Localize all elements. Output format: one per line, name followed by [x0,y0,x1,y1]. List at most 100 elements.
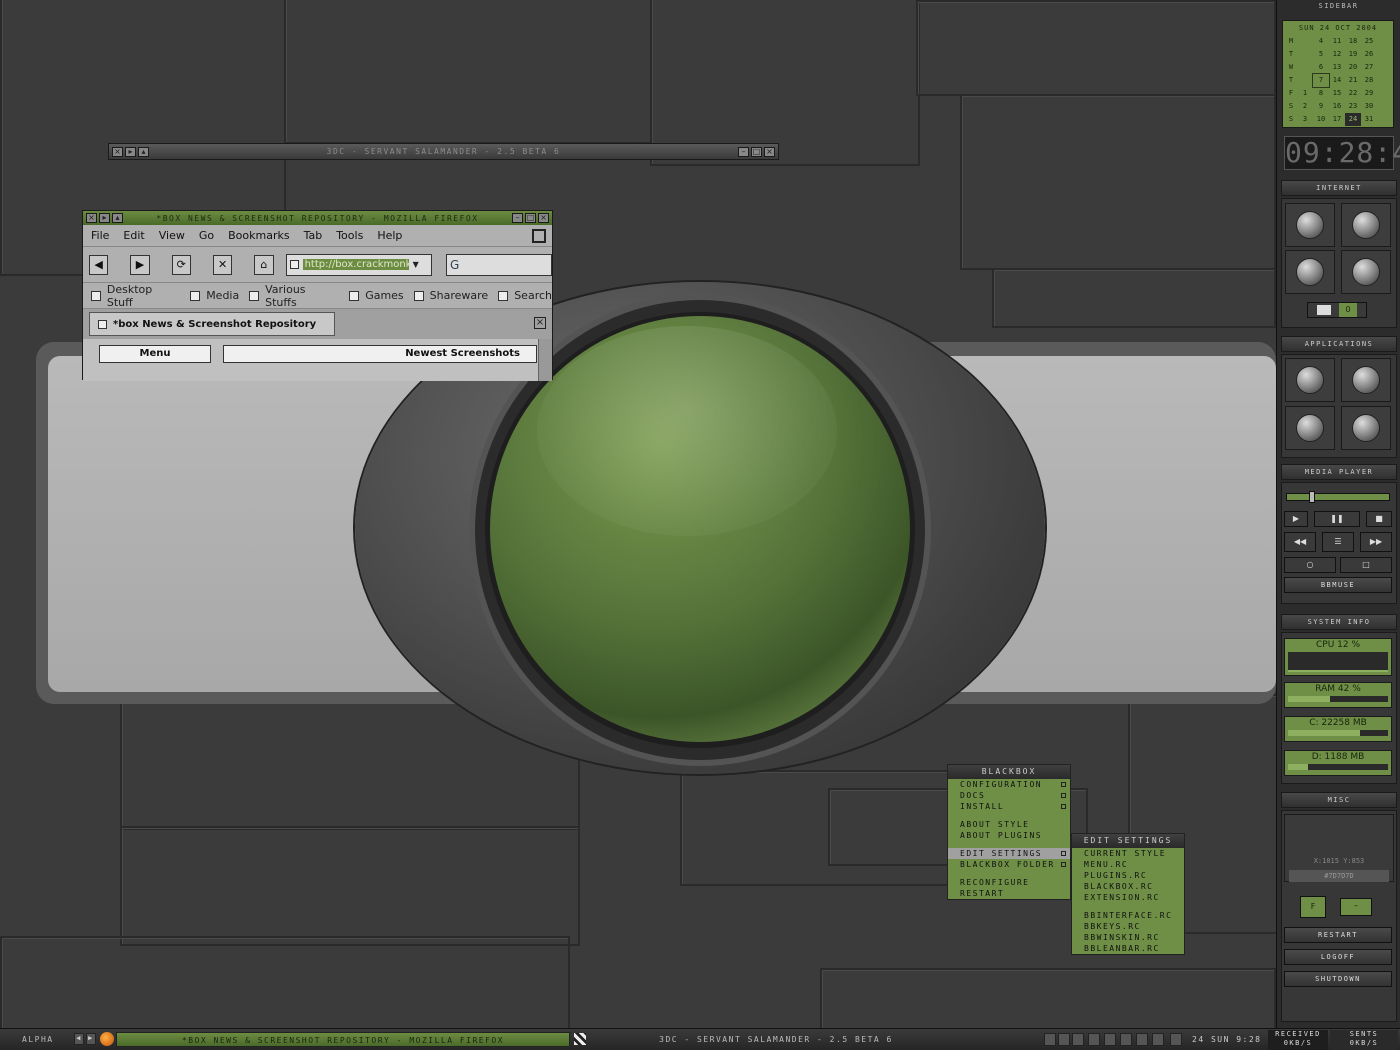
close-icon[interactable]: × [764,146,775,157]
shade-icon[interactable]: ▴ [112,213,123,223]
scrollbar[interactable] [538,339,552,381]
task-firefox[interactable]: *BOX NEWS & SCREENSHOT REPOSITORY - MOZI… [116,1032,570,1047]
bbmuse-button[interactable]: BBMUSE [1284,577,1392,593]
tab-box-news[interactable]: *box News & Screenshot Repository [89,312,335,336]
tray-icon[interactable] [1058,1033,1070,1046]
color-picker-panel[interactable]: X:1015 Y:853 #7D7D7D [1284,814,1394,882]
tray-icon[interactable] [1120,1033,1132,1046]
media-seek-slider[interactable] [1286,491,1390,503]
menu-item-current-style[interactable]: CURRENT STYLE [1072,848,1184,859]
menu-item-docs[interactable]: DOCS [948,790,1070,801]
menu-edit[interactable]: Edit [123,229,144,242]
minimize-icon[interactable]: – [738,146,749,157]
app-launch-button[interactable] [1285,358,1335,402]
tray-icon[interactable] [1088,1033,1100,1046]
tray-icon[interactable] [1152,1033,1164,1046]
bookmark-item[interactable]: Search [498,289,552,302]
fast-forward-button[interactable]: ▶▶ [1360,532,1392,552]
menu-item-reconfigure[interactable]: RECONFIGURE [948,877,1070,888]
bookmark-item[interactable]: Media [190,289,239,302]
restart-button[interactable]: RESTART [1284,927,1392,943]
menu-view[interactable]: View [159,229,185,242]
back-icon[interactable]: ◀ [89,254,109,275]
close-icon[interactable]: × [538,213,549,223]
toggle-button[interactable]: F [1300,896,1326,918]
menu-item-install[interactable]: INSTALL [948,801,1070,812]
url-bar[interactable]: http://box.crackmonkey.org ▼ [285,253,433,276]
forward-icon[interactable]: ▶ [130,254,150,275]
menu-bookmarks[interactable]: Bookmarks [228,229,289,242]
menu-item-about-style[interactable]: ABOUT STYLE [948,819,1070,830]
menu-item-blackbox-folder[interactable]: BLACKBOX FOLDER [948,859,1070,870]
menu-item-bbwinskin-rc[interactable]: BBWINSKIN.RC [1072,932,1184,943]
firefox-titlebar[interactable]: × ▸ ▴ *BOX NEWS & SCREENSHOT REPOSITORY … [83,211,552,225]
media-seek-thumb[interactable] [1309,491,1316,503]
menu-item-bbkeys-rc[interactable]: BBKEYS.RC [1072,921,1184,932]
menu-item-restart[interactable]: RESTART [948,888,1070,899]
browser-launch-button[interactable] [1285,203,1335,247]
camera-launch-button[interactable] [1285,250,1335,294]
toggle-button[interactable]: – [1340,898,1372,916]
pin-icon[interactable]: ▸ [125,146,136,157]
menu-item-edit-settings[interactable]: EDIT SETTINGS [948,848,1070,859]
menu-go[interactable]: Go [199,229,214,242]
maximize-icon[interactable]: □ [751,146,762,157]
shutdown-button[interactable]: SHUTDOWN [1284,971,1392,987]
menu-box[interactable]: Menu [99,345,211,363]
workspace-label[interactable]: ALPHA [22,1035,54,1044]
rewind-button[interactable]: ◀◀ [1284,532,1316,552]
maximize-icon[interactable]: □ [525,213,536,223]
pin-icon[interactable]: ▸ [99,213,110,223]
salamander-window[interactable]: × ▸ ▴ 3DC - SERVANT SALAMANDER - 2.5 BET… [108,143,779,160]
stop-icon[interactable]: ✕ [212,254,233,275]
task-salamander[interactable]: 3DC - SERVANT SALAMANDER - 2.5 BETA 6 [590,1032,962,1047]
menu-item-plugins-rc[interactable]: PLUGINS.RC [1072,870,1184,881]
search-input[interactable]: G [446,253,553,276]
bookmark-item[interactable]: Various Stuffs [249,283,339,309]
close-icon[interactable]: × [112,146,123,157]
tray-icon[interactable] [1104,1033,1116,1046]
repeat-button[interactable]: □ [1340,557,1392,573]
firefox-window[interactable]: × ▸ ▴ *BOX NEWS & SCREENSHOT REPOSITORY … [82,210,553,381]
logoff-button[interactable]: LOGOFF [1284,949,1392,965]
playlist-button[interactable]: ☰ [1322,532,1354,552]
mail-check-button[interactable]: 0 [1307,302,1367,318]
search-launch-button[interactable] [1341,250,1391,294]
close-tab-icon[interactable]: × [534,317,546,329]
menu-file[interactable]: File [91,229,109,242]
shade-icon[interactable]: ▴ [138,146,149,157]
app-launch-button[interactable] [1341,406,1391,450]
app-launch-button[interactable] [1285,406,1335,450]
tray-icon[interactable] [1072,1033,1084,1046]
mail-launch-button[interactable] [1341,203,1391,247]
bookmark-item[interactable]: Games [349,289,404,302]
menu-tools[interactable]: Tools [336,229,363,242]
newest-screenshots-box[interactable]: Newest Screenshots [223,345,537,363]
prev-workspace-icon[interactable]: ◀ [74,1033,84,1045]
bookmark-item[interactable]: Shareware [413,289,488,302]
pause-button[interactable]: ❚❚ [1314,511,1360,527]
salamander-titlebar[interactable]: × ▸ ▴ 3DC - SERVANT SALAMANDER - 2.5 BET… [109,144,778,159]
minimize-icon[interactable]: – [512,213,523,223]
home-icon[interactable]: ⌂ [254,254,274,275]
menu-item-about-plugins[interactable]: ABOUT PLUGINS [948,830,1070,841]
app-launch-button[interactable] [1341,358,1391,402]
next-workspace-icon[interactable]: ▶ [86,1033,96,1045]
close-icon[interactable]: × [86,213,97,223]
menu-help[interactable]: Help [377,229,402,242]
menu-item-configuration[interactable]: CONFIGURATION [948,779,1070,790]
dropdown-icon[interactable]: ▼ [413,260,419,269]
menu-item-blackbox-rc[interactable]: BLACKBOX.RC [1072,881,1184,892]
menu-tab[interactable]: Tab [304,229,323,242]
menu-item-extension-rc[interactable]: EXTENSION.RC [1072,892,1184,903]
tray-icon[interactable] [1170,1033,1182,1046]
tray-icon[interactable] [1044,1033,1056,1046]
play-button[interactable]: ▶ [1284,511,1308,527]
menu-item-bbinterface-rc[interactable]: BBINTERFACE.RC [1072,910,1184,921]
bookmark-item[interactable]: Desktop Stuff [91,283,180,309]
stop-button[interactable]: ■ [1366,511,1392,527]
url-text[interactable]: http://box.crackmonkey.org [302,259,409,270]
menu-item-bbleanbar-rc[interactable]: BBLEANBAR.RC [1072,943,1184,954]
menu-item-menu-rc[interactable]: MENU.RC [1072,859,1184,870]
shuffle-button[interactable]: ○ [1284,557,1336,573]
